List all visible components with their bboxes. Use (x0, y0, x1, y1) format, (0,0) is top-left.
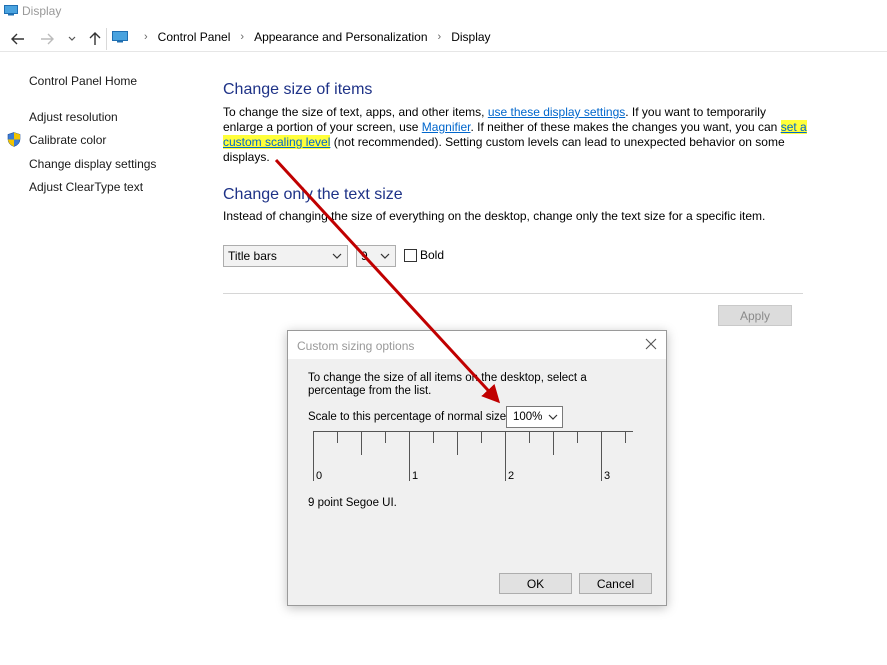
sidebar-item-adjust-resolution[interactable]: Adjust resolution (29, 110, 118, 124)
sidebar-item-control-panel-home[interactable]: Control Panel Home (29, 74, 137, 88)
change-size-description: To change the size of text, apps, and ot… (223, 105, 808, 165)
arrow-right-icon (41, 33, 54, 45)
apply-button[interactable]: Apply (718, 305, 792, 326)
scale-percentage-select[interactable]: 100% (506, 406, 563, 428)
ruler-label: 0 (316, 470, 322, 482)
ok-button[interactable]: OK (499, 573, 572, 594)
arrow-up-icon (89, 32, 101, 45)
recent-locations-button[interactable] (63, 30, 81, 48)
ruler-label: 2 (508, 470, 514, 482)
dialog-title: Custom sizing options (297, 339, 415, 353)
back-button[interactable] (9, 30, 27, 48)
bold-checkbox[interactable] (404, 249, 417, 262)
bold-label: Bold (420, 248, 445, 262)
window-title: Display (22, 4, 62, 18)
text-segment: To change the size of text, apps, and ot… (223, 105, 488, 119)
sidebar-item-adjust-cleartype[interactable]: Adjust ClearType text (29, 180, 143, 194)
up-button[interactable] (86, 30, 104, 48)
breadcrumb: › Control Panel › Appearance and Persona… (112, 30, 491, 44)
text-segment: . If neither of these makes the changes … (470, 120, 781, 134)
dialog-description: To change the size of all items on the d… (308, 372, 587, 397)
magnifier-link[interactable]: Magnifier (422, 120, 471, 134)
scale-ruler[interactable]: 0 1 2 3 (313, 431, 633, 486)
close-icon[interactable] (644, 337, 658, 351)
breadcrumb-display[interactable]: Display (451, 30, 490, 44)
content-divider (223, 293, 803, 294)
item-select-value: Title bars (228, 249, 277, 263)
arrow-left-icon (11, 33, 24, 45)
custom-sizing-dialog: Custom sizing options To change the size… (287, 330, 667, 606)
breadcrumb-appearance[interactable]: Appearance and Personalization (254, 30, 427, 44)
sidebar-item-change-display-settings[interactable]: Change display settings (29, 157, 156, 171)
forward-button[interactable] (38, 30, 56, 48)
breadcrumb-separator-icon: › (144, 31, 148, 43)
monitor-icon (112, 31, 128, 43)
chevron-down-icon (548, 414, 558, 420)
section-heading-text-size: Change only the text size (223, 186, 403, 203)
display-app-icon (4, 5, 18, 16)
section-heading-change-size: Change size of items (223, 81, 373, 98)
sidebar-item-calibrate-color[interactable]: Calibrate color (29, 133, 106, 147)
window-titlebar: Display (0, 0, 887, 24)
address-divider (0, 51, 887, 52)
display-settings-link[interactable]: use these display settings (488, 105, 625, 119)
uac-shield-icon (7, 132, 21, 147)
breadcrumb-control-panel[interactable]: Control Panel (158, 30, 231, 44)
size-select-value: 9 (361, 249, 368, 263)
item-select[interactable]: Title bars (223, 245, 348, 267)
address-bar: › Control Panel › Appearance and Persona… (0, 26, 887, 52)
chevron-down-icon (380, 253, 390, 259)
ruler-label: 1 (412, 470, 418, 482)
breadcrumb-separator-icon: › (240, 31, 245, 43)
font-sample-text: 9 point Segoe UI. (308, 497, 397, 509)
scale-percentage-value: 100% (513, 411, 543, 423)
scale-label: Scale to this percentage of normal size: (308, 411, 510, 423)
chevron-down-icon (332, 253, 342, 259)
text-size-description: Instead of changing the size of everythi… (223, 209, 766, 223)
ruler-label: 3 (604, 470, 610, 482)
cancel-button[interactable]: Cancel (579, 573, 652, 594)
chevron-down-icon (68, 36, 76, 41)
breadcrumb-separator-icon: › (437, 31, 442, 43)
size-select[interactable]: 9 (356, 245, 396, 267)
